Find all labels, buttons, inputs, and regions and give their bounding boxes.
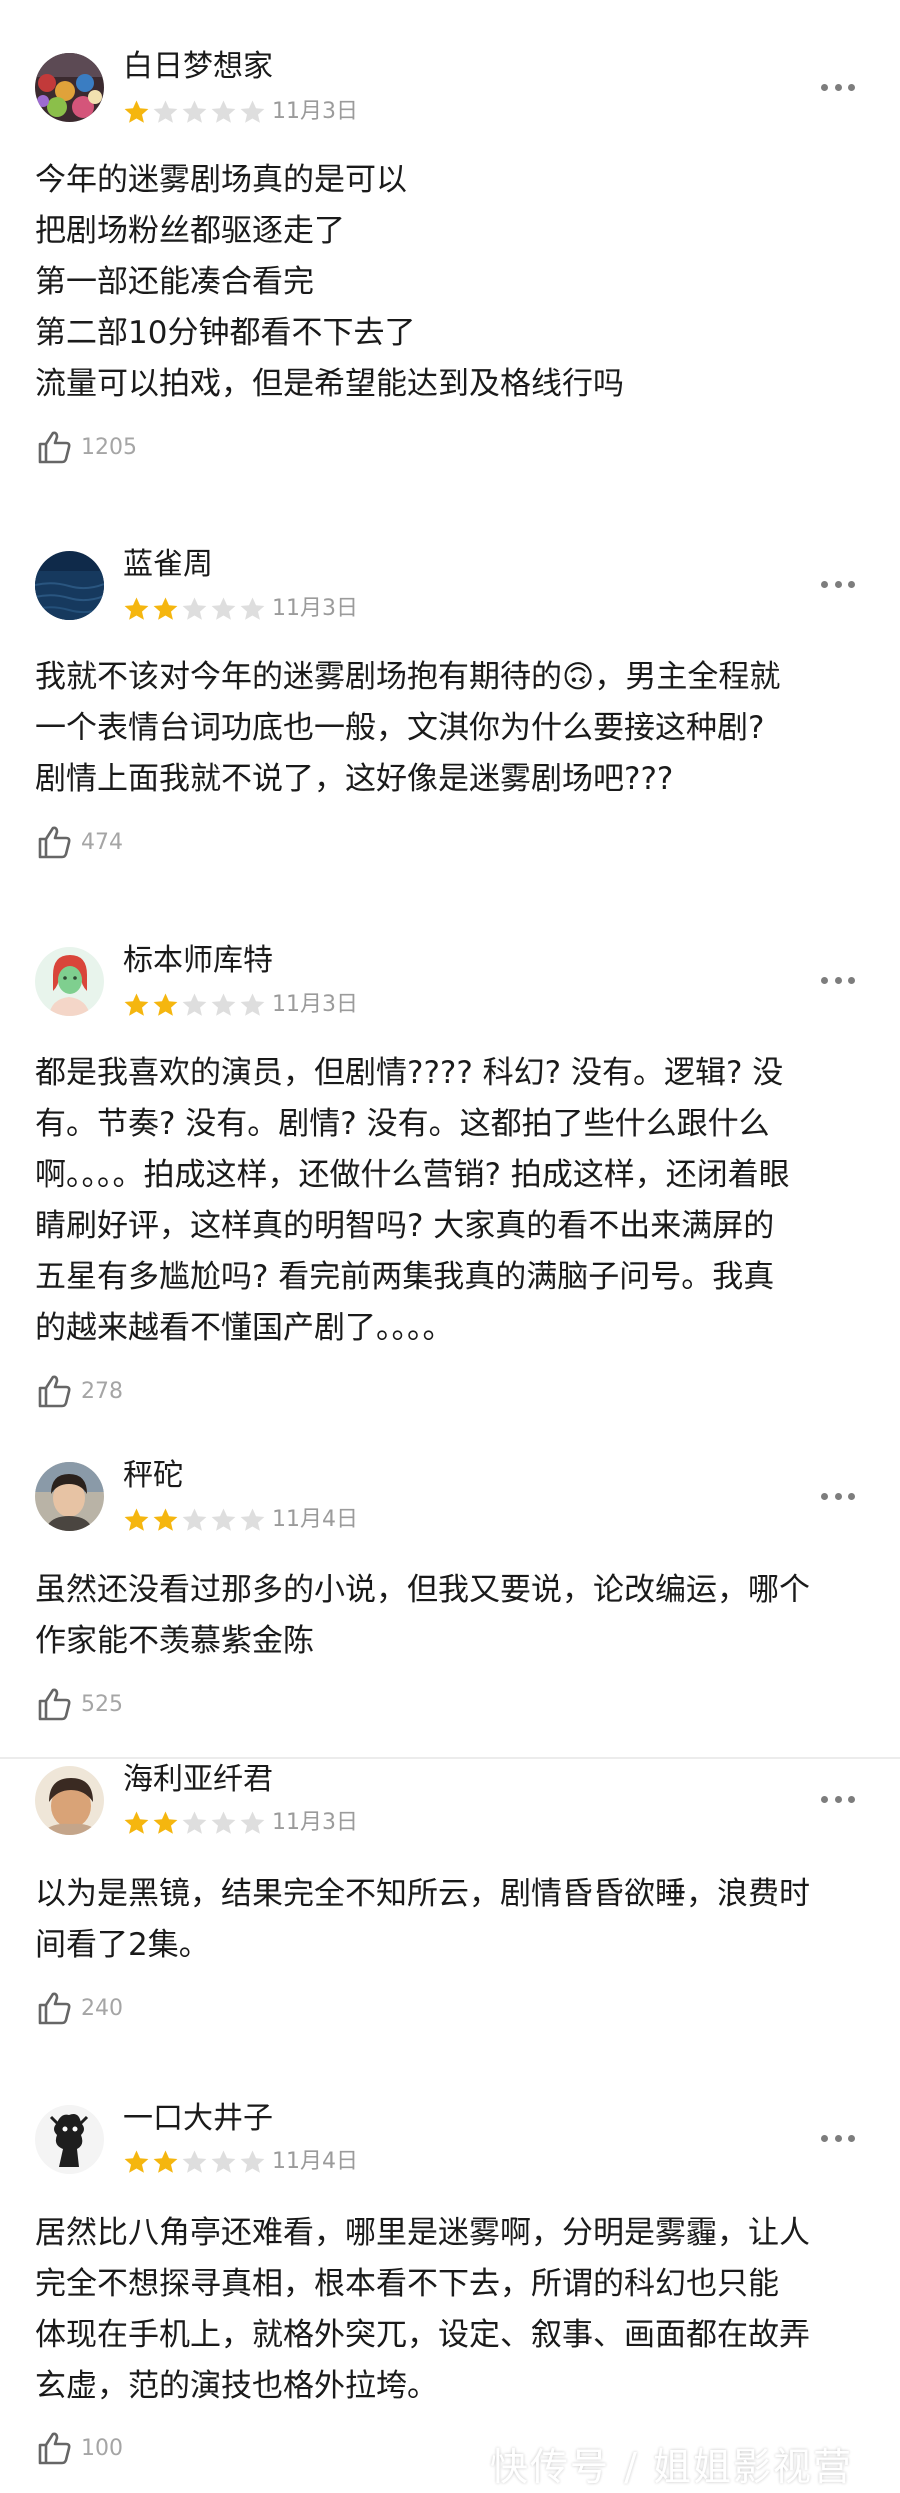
thumbs-up-icon (35, 1685, 73, 1723)
star-filled-icon (152, 2149, 179, 2175)
star-filled-icon (123, 99, 150, 125)
username[interactable]: 白日梦想家 (123, 49, 273, 85)
like-button[interactable]: 1205 (35, 427, 137, 467)
more-options-icon[interactable] (818, 75, 858, 99)
more-options-icon[interactable] (818, 572, 858, 596)
rating-stars (123, 2149, 268, 2175)
star-filled-icon (123, 2149, 150, 2175)
star-empty-icon (210, 1507, 237, 1533)
star-empty-icon (239, 992, 266, 1018)
more-options-icon[interactable] (818, 968, 858, 992)
user-avatar[interactable] (35, 53, 104, 122)
star-filled-icon (152, 1810, 179, 1836)
star-empty-icon (239, 2149, 266, 2175)
rating-stars (123, 596, 268, 622)
star-filled-icon (123, 1507, 150, 1533)
star-empty-icon (239, 1810, 266, 1836)
like-button[interactable]: 278 (35, 1371, 123, 1411)
star-empty-icon (181, 2149, 208, 2175)
review-date: 11月4日 (272, 2149, 358, 2174)
rating-stars (123, 1507, 268, 1533)
review-date: 11月4日 (272, 1507, 358, 1532)
username[interactable]: 秤砣 (123, 1458, 183, 1494)
star-empty-icon (181, 99, 208, 125)
thumbs-up-icon (35, 2429, 73, 2467)
star-empty-icon (239, 99, 266, 125)
review-date: 11月3日 (272, 1810, 358, 1835)
review-text: 虽然还没看过那多的小说，但我又要说，论改编运，哪个 作家能不羡慕紫金陈 (35, 1572, 810, 1659)
star-empty-icon (210, 992, 237, 1018)
user-avatar[interactable] (35, 1766, 104, 1835)
user-avatar[interactable] (35, 2105, 104, 2174)
watermark: 快传号 / 姐姐影视营 (490, 2445, 853, 2489)
review-date: 11月3日 (272, 596, 358, 621)
star-empty-icon (181, 992, 208, 1018)
star-empty-icon (210, 2149, 237, 2175)
like-button[interactable]: 100 (35, 2428, 123, 2468)
review-text: 今年的迷雾剧场真的是可以 把剧场粉丝都驱逐走了 第一部还能凑合看完 第二部10分… (35, 162, 624, 402)
star-empty-icon (210, 1810, 237, 1836)
review-text: 我就不该对今年的迷雾剧场抱有期待的🙃，男主全程就 一个表情台词功底也一般，文淇你… (35, 659, 781, 797)
star-filled-icon (123, 992, 150, 1018)
thumbs-up-icon (35, 1989, 73, 2027)
review-text: 以为是黑镜，结果完全不知所云，剧情昏昏欲睡，浪费时 间看了2集。 (35, 1876, 810, 1963)
star-filled-icon (152, 596, 179, 622)
star-filled-icon (152, 992, 179, 1018)
username[interactable]: 标本师库特 (123, 943, 273, 979)
like-count: 1205 (81, 434, 137, 460)
star-empty-icon (210, 596, 237, 622)
username[interactable]: 一口大井子 (123, 2101, 273, 2137)
star-empty-icon (181, 596, 208, 622)
rating-stars (123, 99, 268, 125)
user-avatar[interactable] (35, 551, 104, 620)
star-empty-icon (181, 1507, 208, 1533)
thumbs-up-icon (35, 1372, 73, 1410)
star-empty-icon (210, 99, 237, 125)
like-count: 240 (81, 1995, 123, 2021)
section-divider (0, 1757, 900, 1759)
more-options-icon[interactable] (818, 1787, 858, 1811)
review-date: 11月3日 (272, 99, 358, 124)
review-text: 居然比八角亭还难看，哪里是迷雾啊，分明是雾霾，让人 完全不想探寻真相，根本看不下… (35, 2215, 810, 2404)
star-filled-icon (123, 596, 150, 622)
username[interactable]: 蓝雀周 (123, 547, 213, 583)
like-count: 525 (81, 1691, 123, 1717)
review-text: 都是我喜欢的演员，但剧情???? 科幻? 没有。逻辑? 没 有。节奏? 没有。剧… (35, 1055, 790, 1346)
like-button[interactable]: 240 (35, 1988, 123, 2028)
star-empty-icon (152, 99, 179, 125)
thumbs-up-icon (35, 428, 73, 466)
star-empty-icon (181, 1810, 208, 1836)
username[interactable]: 海利亚纤君 (123, 1762, 273, 1798)
like-button[interactable]: 474 (35, 822, 123, 862)
more-options-icon[interactable] (818, 2126, 858, 2150)
like-button[interactable]: 525 (35, 1684, 123, 1724)
like-count: 474 (81, 829, 123, 855)
user-avatar[interactable] (35, 1462, 104, 1531)
more-options-icon[interactable] (818, 1484, 858, 1508)
review-date: 11月3日 (272, 992, 358, 1017)
star-filled-icon (152, 1507, 179, 1533)
like-count: 100 (81, 2435, 123, 2461)
rating-stars (123, 992, 268, 1018)
like-count: 278 (81, 1378, 123, 1404)
star-empty-icon (239, 596, 266, 622)
thumbs-up-icon (35, 823, 73, 861)
rating-stars (123, 1810, 268, 1836)
star-filled-icon (123, 1810, 150, 1836)
user-avatar[interactable] (35, 947, 104, 1016)
star-empty-icon (239, 1507, 266, 1533)
